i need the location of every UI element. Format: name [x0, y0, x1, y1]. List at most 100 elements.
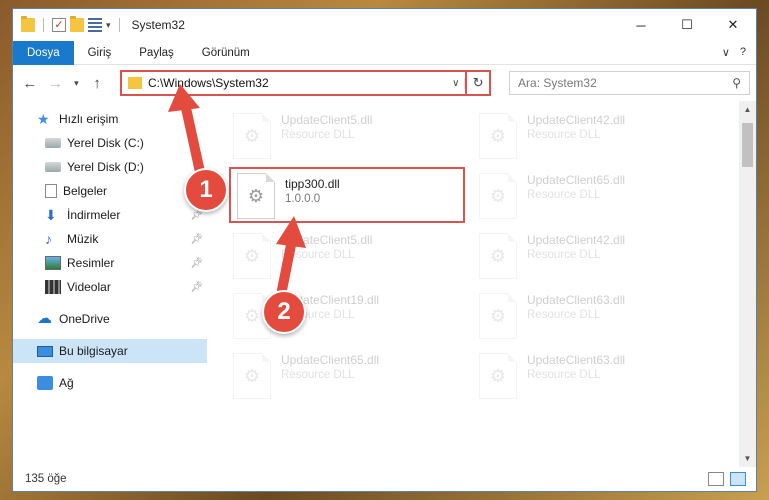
address-bar[interactable]: C:\Windows\System32 ∨	[119, 70, 468, 96]
music-icon: ♪	[45, 231, 52, 247]
nav-item-label: Resimler	[67, 256, 115, 270]
pictures-icon	[45, 256, 61, 270]
file-item[interactable]: ⚙ UpdateClient5.dll Resource DLL	[229, 229, 461, 289]
drive-icon	[45, 162, 61, 172]
nav-item-network[interactable]: Ağ	[13, 371, 207, 395]
file-description: Resource DLL	[281, 369, 355, 381]
nav-item-downloads[interactable]: ⬇ İndirmeler 📌︎	[13, 203, 207, 227]
file-description: Resource DLL	[527, 309, 601, 321]
pin-icon[interactable]: 📌︎	[190, 282, 203, 293]
cloud-icon: ☁	[37, 310, 52, 327]
nav-item-label: OneDrive	[59, 312, 110, 326]
properties-check-icon[interactable]: ✓	[52, 18, 66, 32]
forward-arrow-icon[interactable]: →	[45, 75, 67, 92]
customize-dropdown-icon[interactable]: ▾	[106, 20, 111, 31]
properties-icon[interactable]	[88, 18, 102, 32]
file-description: Resource DLL	[281, 249, 355, 261]
dll-file-icon: ⚙	[479, 233, 517, 279]
window-title: System32	[131, 18, 185, 32]
nav-item-pictures[interactable]: Resimler 📌︎	[13, 251, 207, 275]
search-input[interactable]: Ara: System32 ⚲	[509, 71, 750, 95]
title-bar: ✓ ▾ System32 ─ ☐ ✕	[13, 9, 756, 41]
document-icon	[45, 184, 57, 198]
recent-locations-chevron-icon[interactable]: ▾	[70, 78, 82, 89]
computer-icon	[37, 345, 53, 357]
dll-file-icon: ⚙	[233, 233, 271, 279]
new-folder-icon[interactable]	[70, 16, 84, 32]
scroll-down-icon[interactable]: ▼	[739, 450, 756, 467]
large-icons-view-icon[interactable]	[730, 472, 746, 486]
item-count: 135 öğe	[25, 473, 67, 485]
dll-file-icon: ⚙	[479, 173, 517, 219]
nav-item-label: Yerel Disk (D:)	[67, 160, 144, 174]
status-bar: 135 öğe	[13, 467, 756, 491]
file-item[interactable]: ⚙ UpdateClient65.dll Resource DLL	[475, 169, 707, 229]
toolbar-separator	[118, 18, 120, 32]
file-description: Resource DLL	[527, 189, 601, 201]
details-view-icon[interactable]	[708, 472, 724, 486]
file-item[interactable]: ⚙ UpdateClient42.dll Resource DLL	[475, 229, 707, 289]
file-name: tipp300.dll	[285, 177, 340, 191]
dll-file-icon: ⚙	[237, 173, 275, 219]
nav-item-documents[interactable]: Belgeler	[13, 179, 207, 203]
nav-item-label: Bu bilgisayar	[59, 344, 128, 358]
address-path[interactable]: C:\Windows\System32	[148, 76, 447, 90]
file-item[interactable]: ⚙ UpdateClient63.dll Resource DLL	[475, 349, 707, 409]
nav-item-this-pc[interactable]: Bu bilgisayar	[13, 339, 207, 363]
file-list: ⚙ UpdateClient5.dll Resource DLL ⚙ Update…	[207, 101, 756, 467]
file-name: UpdateClient5.dll	[281, 113, 373, 127]
file-item[interactable]: ⚙ UpdateClient42.dll Resource DLL	[475, 109, 707, 169]
nav-item-label: Belgeler	[63, 184, 108, 198]
file-item[interactable]: ⚙ UpdateClient63.dll Resource DLL	[475, 289, 707, 349]
nav-gap	[13, 363, 207, 371]
maximize-button[interactable]: ☐	[664, 9, 710, 41]
file-name: UpdateClient5.dll	[281, 233, 373, 247]
dll-file-icon: ⚙	[233, 113, 271, 159]
address-dropdown-icon[interactable]: ∨	[447, 77, 466, 89]
nav-item-onedrive[interactable]: ☁ OneDrive	[13, 307, 207, 331]
dll-file-icon: ⚙	[233, 353, 271, 399]
back-arrow-icon[interactable]: ←	[19, 75, 41, 92]
file-item[interactable]: ⚙ UpdateClient65.dll Resource DLL	[229, 349, 461, 409]
nav-item-label: Videolar	[67, 280, 111, 294]
ribbon-right: ∨ ?	[722, 46, 756, 59]
file-description: Resource DLL	[527, 129, 601, 141]
scrollbar-thumb[interactable]	[742, 123, 753, 167]
folder-icon	[127, 77, 142, 89]
nav-item-videos[interactable]: Videolar 📌︎	[13, 275, 207, 299]
scroll-up-icon[interactable]: ▲	[739, 101, 756, 118]
network-icon	[37, 376, 53, 390]
address-row: ← → ▾ ↑ C:\Windows\System32 ∨ ↻ Ara: Sys…	[13, 65, 756, 101]
star-icon: ★	[37, 111, 50, 127]
nav-item-quick-access[interactable]: ★ Hızlı erişim	[13, 107, 207, 131]
download-icon: ⬇	[45, 207, 57, 223]
file-item-tipp300[interactable]: ⚙ tipp300.dll 1.0.0.0	[229, 167, 465, 223]
help-icon[interactable]: ?	[740, 46, 746, 59]
file-name: UpdateClient63.dll	[527, 353, 626, 367]
nav-item-local-disk-c[interactable]: Yerel Disk (C:)	[13, 131, 207, 155]
pin-icon[interactable]: 📌︎	[190, 258, 203, 269]
ribbon-tabs: Dosya Giriş Paylaş Görünüm ∨ ?	[13, 40, 756, 65]
tab-share[interactable]: Paylaş	[125, 41, 188, 65]
pin-icon[interactable]: 📌︎	[190, 234, 203, 245]
file-name: UpdateClient65.dll	[281, 353, 380, 367]
nav-item-local-disk-d[interactable]: Yerel Disk (D:)	[13, 155, 207, 179]
up-arrow-icon[interactable]: ↑	[86, 75, 108, 92]
folder-icon[interactable]	[21, 16, 35, 32]
tab-file[interactable]: Dosya	[13, 40, 74, 65]
main-area: ★ Hızlı erişim Yerel Disk (C:) Yerel Dis…	[13, 101, 756, 467]
nav-item-label: Müzik	[67, 232, 99, 246]
explorer-window: ✓ ▾ System32 ─ ☐ ✕ Dosya Giriş Paylaş Gö…	[12, 8, 757, 492]
dll-file-icon: ⚙	[479, 113, 517, 159]
vertical-scrollbar[interactable]: ▲ ▼	[739, 101, 756, 467]
file-item[interactable]: ⚙ UpdateClient5.dll Resource DLL	[229, 109, 461, 169]
search-icon[interactable]: ⚲	[732, 76, 741, 90]
nav-item-music[interactable]: ♪ Müzik 📌︎	[13, 227, 207, 251]
tab-home[interactable]: Giriş	[74, 41, 126, 65]
expand-ribbon-icon[interactable]: ∨	[722, 46, 730, 59]
close-button[interactable]: ✕	[710, 9, 756, 41]
minimize-button[interactable]: ─	[618, 9, 664, 41]
refresh-button[interactable]: ↻	[467, 70, 492, 96]
search-placeholder: Ara: System32	[518, 76, 597, 90]
tab-view[interactable]: Görünüm	[188, 41, 264, 65]
